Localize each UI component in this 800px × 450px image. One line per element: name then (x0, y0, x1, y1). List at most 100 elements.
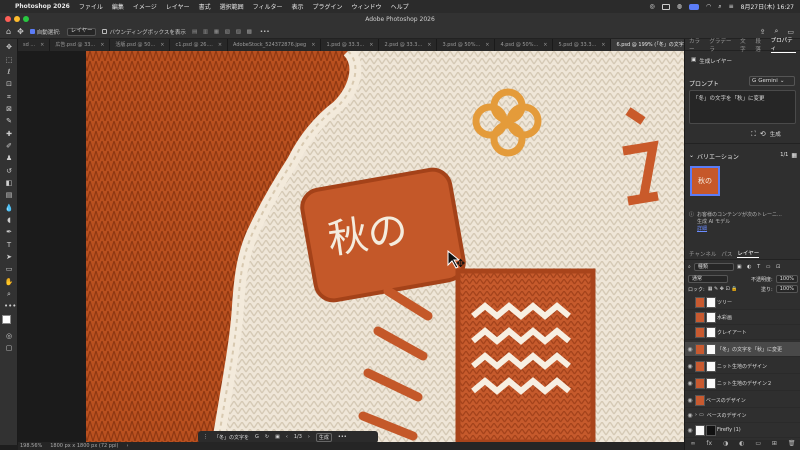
close-icon[interactable]: × (40, 39, 44, 51)
drag-handle-icon[interactable]: ⋮ (203, 434, 208, 440)
workspace-icon[interactable]: ▭ (787, 28, 794, 36)
close-icon[interactable]: × (311, 39, 315, 51)
window-icon[interactable] (661, 3, 670, 10)
pen-tool-icon[interactable]: ✒ (4, 228, 14, 237)
close-icon[interactable]: × (100, 39, 104, 51)
tab-gradient[interactable]: グラデーラ (709, 37, 735, 53)
eye-icon[interactable]: ◉ (685, 397, 695, 404)
panel-generate-button[interactable]: 生成 (770, 130, 781, 139)
screen-share-icon[interactable] (689, 3, 699, 10)
filter-icons[interactable]: ▣ ◐ T ▭ ⊡ (737, 264, 782, 270)
brush-tool-icon[interactable]: ✐ (4, 142, 14, 151)
generate-button[interactable]: 生成 (315, 432, 332, 442)
eye-icon[interactable]: ◉ (685, 412, 695, 419)
blend-mode-dropdown[interactable]: 通常 (688, 275, 728, 283)
menu-image[interactable]: イメージ (133, 2, 157, 11)
layer-row[interactable]: 水彩画 (685, 310, 800, 325)
layer-row[interactable]: ◉ ニット生地のデザイン (685, 359, 800, 374)
gemini-icon[interactable]: G (255, 434, 259, 440)
screen-mode-icon[interactable]: ▢ (4, 344, 14, 353)
tab-paths[interactable]: パス (721, 250, 732, 258)
move-tool-icon[interactable]: ✥ (4, 43, 14, 52)
auto-select-dropdown[interactable]: レイヤー (66, 27, 97, 36)
close-icon[interactable]: × (601, 39, 605, 51)
app-menu[interactable]: Photoshop 2026 (15, 3, 70, 10)
type-tool-icon[interactable]: T (4, 241, 14, 250)
doc-tab[interactable]: 4.psd @ 50%... × (495, 39, 554, 51)
move-tool-icon[interactable]: ✥ (17, 27, 24, 36)
layer-row[interactable]: ◉ ニット生地のデザイン２ (685, 376, 800, 391)
eye-icon[interactable]: ◉ (685, 346, 695, 353)
control-center-icon[interactable]: ≡ (729, 3, 734, 10)
close-icon[interactable]: × (485, 39, 489, 51)
tab-properties[interactable]: プロパティ (770, 36, 796, 53)
search-icon-2[interactable]: ⌕ (774, 27, 778, 36)
refresh-icon[interactable]: ↻ (265, 434, 269, 440)
more-tools-icon[interactable]: ••• (4, 302, 16, 311)
mask-icon[interactable]: ◑ (723, 440, 728, 450)
tab-character[interactable]: 文字 (740, 37, 750, 53)
tab-layers[interactable]: レイヤー (737, 249, 760, 258)
doc-tab[interactable]: AdobeStock_524372876.jpeg × (228, 39, 322, 51)
doc-tab[interactable]: 活版.psd @ 50... × (110, 39, 171, 51)
notice-link[interactable]: 詳細 (697, 225, 782, 232)
thumbs-icon[interactable]: ▣ (275, 434, 280, 440)
chevron-right-icon[interactable]: › (126, 443, 128, 449)
menu-layer[interactable]: レイヤー (166, 2, 190, 11)
prev-icon[interactable]: ‹ (286, 434, 288, 440)
lock-icons[interactable]: ▦ ✎ ✥ ⊡ 🔒 (708, 286, 738, 292)
folder-icon[interactable]: ▭ (755, 440, 761, 450)
close-icon[interactable]: × (427, 39, 431, 51)
doc-tab[interactable]: 1.psd @ 33.3... × (321, 39, 380, 51)
layer-row-selected[interactable]: ◉ 「冬」の文字を「秋」に変更 (685, 342, 800, 357)
chevron-right-icon[interactable]: › (695, 412, 697, 418)
history-brush-tool-icon[interactable]: ↺ (4, 167, 14, 176)
frame-tool-icon[interactable]: ⊠ (4, 105, 14, 114)
zoom-level[interactable]: 198.56% (20, 443, 42, 449)
zoom-window-button[interactable] (23, 16, 29, 22)
fx-icon[interactable]: fx (706, 440, 712, 450)
close-icon[interactable]: × (543, 39, 547, 51)
cc-icon[interactable]: ◎ (650, 3, 655, 10)
object-select-tool-icon[interactable]: ⊡ (4, 80, 14, 89)
tab-paragraph[interactable]: 段落 (755, 37, 765, 53)
layer-row[interactable]: ツリー (685, 295, 800, 310)
variations-header[interactable]: ⌄ バリエーション 1/1 ▦ (689, 152, 797, 161)
menu-help[interactable]: ヘルプ (391, 2, 409, 11)
adjustment-icon[interactable]: ◐ (739, 440, 744, 450)
eye-icon[interactable]: ◉ (685, 363, 695, 370)
close-window-button[interactable] (5, 16, 11, 22)
eye-icon[interactable]: ◉ (685, 427, 695, 434)
align-controls[interactable]: ▤ ▥ ▦ ▧ ▨ ▩ (192, 29, 254, 35)
auto-select-checkbox[interactable] (29, 29, 35, 34)
prompt-textarea[interactable]: 「冬」の文字を「秋」に変更 (689, 90, 796, 124)
layer-row[interactable]: ◉ ベースのデザイン (685, 393, 800, 408)
menu-type[interactable]: 書式 (199, 2, 211, 11)
path-select-tool-icon[interactable]: ➤ (4, 253, 14, 262)
trash-icon[interactable]: 🗑 (788, 440, 796, 450)
foreground-color-swatch[interactable] (2, 315, 11, 324)
menu-filter[interactable]: フィルター (253, 2, 283, 11)
blur-tool-icon[interactable]: 💧 (4, 204, 14, 213)
opacity-value[interactable]: 100% (775, 275, 798, 283)
group-row[interactable]: ◉ › ▭ ベースのデザイン (685, 408, 800, 423)
menu-window[interactable]: ウィンドウ (352, 2, 382, 11)
close-icon[interactable]: × (160, 39, 164, 51)
canvas-area[interactable]: 秋の ✥ ⋮ 「冬」の文字を G ↻ ▣ ‹ 1/3 › 生成 ••• (18, 51, 684, 442)
image-reference-icon[interactable]: ⛶ (751, 130, 756, 139)
doc-tab[interactable]: 広告.psd @ 33... × (50, 39, 111, 51)
layer-row[interactable]: ◉ Firefly (1) (685, 423, 800, 438)
doc-tab[interactable]: 5.psd @ 33.3... × (553, 39, 612, 51)
marquee-tool-icon[interactable]: ⬚ (4, 56, 14, 65)
doc-tab[interactable]: 3.psd @ 50%... × (437, 39, 496, 51)
grid-icon[interactable]: ▦ (791, 152, 797, 161)
more-button[interactable]: ••• (338, 434, 347, 440)
stamp-tool-icon[interactable]: ♟ (4, 154, 14, 163)
layer-kind-filter[interactable]: 種類 (693, 263, 734, 271)
eyedropper-tool-icon[interactable]: ✎ (4, 117, 14, 126)
tab-channels[interactable]: チャンネル (689, 250, 716, 258)
menu-edit[interactable]: 編集 (112, 2, 124, 11)
variation-thumbnail[interactable]: 秋の (690, 166, 720, 196)
menu-file[interactable]: ファイル (79, 2, 103, 11)
eraser-tool-icon[interactable]: ◧ (4, 179, 14, 188)
